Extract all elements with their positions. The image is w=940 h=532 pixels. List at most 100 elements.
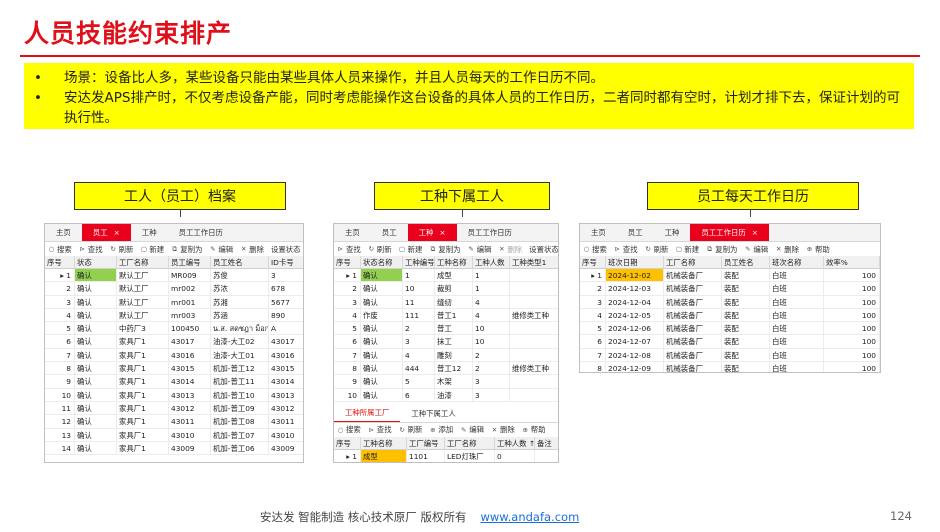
tab-1[interactable]: 主页 [45,224,82,241]
column-header[interactable]: 备注 [535,436,558,450]
table-cell[interactable]: 油漆 [435,388,473,402]
table-cell[interactable]: 家具厂1 [117,428,169,442]
refresh-button[interactable]: ↻ 刷新 [110,244,133,255]
table-cell[interactable]: 10 [334,388,361,402]
table-cell[interactable]: 10 [45,388,75,402]
table-cell[interactable]: 确认 [75,348,117,363]
delete-button[interactable]: ✕ 删除 [240,244,264,255]
tab-2[interactable]: 员工 × [81,224,131,241]
table-cell[interactable]: 43013 [269,389,303,402]
table-cell[interactable]: 白班 [770,269,824,283]
table-cell[interactable] [510,375,558,389]
column-header[interactable]: ID卡号 [269,256,303,269]
table-cell[interactable]: 2024-12-05 [606,308,664,323]
table-cell[interactable]: 确认 [361,388,403,402]
table-cell[interactable]: 1 [473,269,510,283]
table-cell[interactable]: 4 [580,308,606,323]
table-cell[interactable]: 机加-普工09 [211,401,269,416]
column-header[interactable]: 班次日期 [606,256,664,269]
table-cell[interactable]: 装配 [722,269,770,283]
table-cell[interactable]: 43012 [269,402,303,416]
table-cell[interactable]: 2024-12-09 [606,362,664,372]
table-cell[interactable]: 43013 [169,388,211,402]
table-cell[interactable]: 裁剪 [435,282,473,296]
copy-as-button[interactable]: ⧉ 复制为 [171,244,202,255]
table-cell[interactable]: 确认 [361,348,403,363]
set-status-button[interactable]: 设置状态 ▾ [271,244,303,255]
table-cell[interactable]: 100 [824,282,880,296]
table-cell[interactable]: 装配 [722,362,770,372]
table-cell[interactable]: 2024-12-04 [606,295,664,309]
table-cell[interactable]: 确认 [361,282,403,296]
new-button[interactable]: ▢ 新建 [399,244,422,255]
table-cell[interactable]: 5 [334,322,361,336]
table-cell[interactable]: 白班 [770,295,824,309]
table-cell[interactable]: 普工 [435,322,473,336]
table-cell[interactable]: 确认 [361,295,403,309]
table-cell[interactable]: 确认 [361,375,403,389]
table-cell[interactable]: 中药厂3 [117,322,169,336]
table-cell[interactable]: 43015 [169,362,211,376]
table-cell[interactable]: 苏俊 [211,269,269,283]
table-cell[interactable]: 确认 [75,415,117,429]
table-cell[interactable]: 43009 [169,441,211,456]
table-cell[interactable]: 确认 [75,282,117,296]
new-button[interactable]: ▢ 新建 [675,244,699,255]
table-cell[interactable]: 装配 [722,308,770,323]
table-cell[interactable]: 普工1 [435,308,473,323]
table-cell[interactable]: 机加-普工12 [211,362,269,376]
table-cell[interactable]: 4 [45,308,75,323]
table-cell[interactable]: 11 [403,295,435,309]
table-cell[interactable]: 白班 [770,282,824,296]
table-cell[interactable]: 确认 [75,362,117,376]
table-cell[interactable]: 家具厂1 [117,348,169,363]
table-cell[interactable] [510,322,558,336]
table-cell[interactable]: 家具厂1 [117,415,169,429]
table-cell[interactable] [510,269,558,283]
table-cell[interactable]: 100 [824,335,880,349]
table-cell[interactable]: 100 [824,269,880,283]
table-cell[interactable]: 10 [403,282,435,296]
table-cell[interactable]: 白班 [770,322,824,336]
column-header[interactable]: 工种人数 ↑ [495,436,535,450]
column-header[interactable]: 员工姓名 [211,256,269,269]
table-cell[interactable]: 家具厂1 [117,441,169,456]
table-cell[interactable]: 3 [473,388,510,402]
table-cell[interactable]: 43015 [269,362,303,376]
table-cell[interactable]: 确认 [75,335,117,349]
table-cell[interactable]: 机加-普工08 [211,415,269,429]
table-cell[interactable]: 确认 [75,295,117,309]
table-cell[interactable]: น.ส. สดชฎา ม็อก... [211,322,269,336]
table-cell[interactable]: 默认工厂 [117,282,169,296]
help-button[interactable]: ⊕ 帮助 [806,244,830,255]
delete-button[interactable]: ✕ 删除 [498,244,522,255]
table-cell[interactable]: 确认 [361,322,403,336]
table-cell[interactable] [510,282,558,296]
close-icon[interactable]: × [439,228,445,237]
table-cell[interactable]: 6 [334,335,361,349]
table-cell[interactable]: 油漆-大工02 [211,335,269,349]
table-cell[interactable]: 6 [403,388,435,402]
search-button[interactable]: ○ 搜索 [337,424,361,435]
table-cell[interactable]: 确认 [75,269,117,283]
table-cell[interactable]: 装配 [722,282,770,296]
table-cell[interactable]: 维修类工种 [510,362,558,376]
tab-4[interactable]: 员工工作日历 × [690,224,769,241]
table-cell[interactable]: 机械装备厂 [664,362,722,372]
tab-3[interactable]: 工种 [131,224,168,241]
table-cell[interactable]: 装配 [722,322,770,336]
table-cell[interactable]: ▸ 1 [334,449,361,462]
table-cell[interactable]: MR009 [169,269,211,283]
table-cell[interactable]: 100 [824,362,880,372]
table-cell[interactable]: 装配 [722,335,770,349]
table-cell[interactable]: 3 [403,335,435,349]
table-cell[interactable]: 雕刻 [435,348,473,363]
table-cell[interactable]: 2 [334,282,361,296]
copy-as-button[interactable]: ⧉ 复制为 [706,244,737,255]
table-cell[interactable]: 机加-普工07 [211,428,269,442]
table-cell[interactable]: ▸ 1 [45,269,75,283]
table-cell[interactable]: 白班 [770,348,824,363]
table-cell[interactable]: 成型 [435,269,473,283]
table-cell[interactable]: 1101 [407,449,445,462]
table-cell[interactable]: 普工12 [435,362,473,376]
